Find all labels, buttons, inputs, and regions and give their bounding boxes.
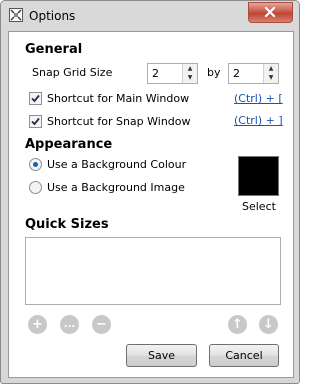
spin-up-icon[interactable]: ▲ — [183, 64, 197, 73]
general-heading: General — [25, 42, 83, 57]
background-colour-swatch[interactable] — [238, 156, 279, 196]
checkmark-icon — [31, 117, 40, 126]
snap-grid-x-arrows[interactable]: ▲ ▼ — [182, 64, 197, 83]
app-icon — [9, 8, 23, 22]
shortcut-snap-label: Shortcut for Snap Window — [47, 115, 191, 128]
spin-up-icon[interactable]: ▲ — [264, 64, 278, 73]
by-label: by — [207, 66, 221, 79]
shortcut-snap-link[interactable]: (Ctrl) + ] — [234, 114, 283, 127]
checkmark-icon — [31, 94, 40, 103]
select-colour-label[interactable]: Select — [242, 200, 276, 213]
options-window: Options General Snap Grid Size 2 ▲ ▼ by … — [0, 0, 300, 384]
dialog-content: General Snap Grid Size 2 ▲ ▼ by 2 ▲ ▼ Sh… — [8, 31, 294, 378]
arrow-up-icon: ↑ — [232, 317, 243, 332]
quick-sizes-list[interactable] — [25, 237, 281, 305]
save-button[interactable]: Save — [126, 344, 197, 367]
appearance-heading: Appearance — [25, 137, 113, 152]
quick-sizes-heading: Quick Sizes — [25, 217, 109, 232]
background-image-label: Use a Background Image — [47, 181, 185, 194]
background-image-radio[interactable] — [29, 181, 42, 194]
snap-grid-y-spinner[interactable]: 2 ▲ ▼ — [228, 63, 279, 84]
snap-grid-x-spinner[interactable]: 2 ▲ ▼ — [147, 63, 198, 84]
snap-grid-y-arrows[interactable]: ▲ ▼ — [263, 64, 278, 83]
snap-grid-y-value[interactable]: 2 — [233, 67, 240, 80]
spin-down-icon[interactable]: ▼ — [183, 73, 197, 82]
arrow-down-icon: ↓ — [263, 317, 274, 332]
window-title: Options — [29, 9, 76, 23]
shortcut-main-label: Shortcut for Main Window — [47, 92, 190, 105]
cancel-button[interactable]: Cancel — [209, 344, 279, 367]
shortcut-snap-checkbox[interactable] — [29, 115, 42, 128]
close-button[interactable] — [248, 2, 293, 23]
spin-down-icon[interactable]: ▼ — [264, 73, 278, 82]
edit-quick-size-button[interactable]: ... — [60, 315, 79, 334]
minus-icon: − — [96, 317, 107, 332]
shortcut-main-link[interactable]: (Ctrl) + [ — [234, 92, 283, 105]
snap-grid-x-value[interactable]: 2 — [152, 67, 159, 80]
plus-icon: + — [32, 317, 43, 332]
close-icon — [264, 7, 276, 17]
move-down-button[interactable]: ↓ — [259, 315, 278, 334]
shortcut-main-checkbox[interactable] — [29, 92, 42, 105]
remove-quick-size-button[interactable]: − — [92, 315, 111, 334]
ellipsis-icon: ... — [63, 318, 76, 330]
title-bar[interactable]: Options — [1, 1, 299, 30]
move-up-button[interactable]: ↑ — [228, 315, 247, 334]
radio-selected-dot — [33, 162, 38, 167]
add-quick-size-button[interactable]: + — [28, 315, 47, 334]
background-colour-radio[interactable] — [29, 158, 42, 171]
background-colour-label: Use a Background Colour — [47, 158, 187, 171]
snap-grid-label: Snap Grid Size — [32, 66, 113, 79]
